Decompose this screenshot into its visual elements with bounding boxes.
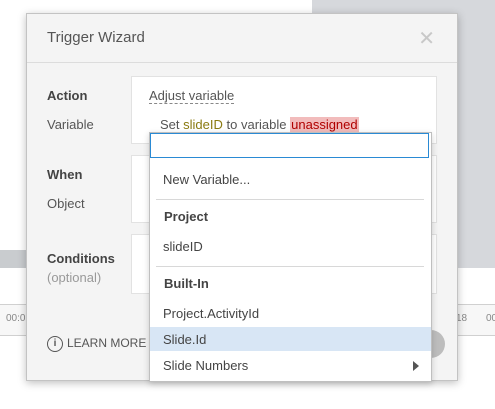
sentence-prefix: Set	[160, 117, 180, 132]
divider	[156, 199, 424, 200]
object-label: Object	[47, 196, 85, 211]
dialog-title: Trigger Wizard	[47, 29, 145, 46]
section-header-built-in: Built-In	[164, 276, 209, 291]
list-item-label: Slide.Id	[163, 332, 207, 347]
variable-dropdown: New Variable... Project slideID Built-In…	[149, 132, 432, 382]
timeline-tick: 00	[486, 313, 495, 324]
sentence-middle: to variable	[226, 117, 287, 132]
new-variable-label: New Variable...	[163, 172, 251, 187]
learn-more-link[interactable]: i LEARN MORE	[47, 336, 146, 352]
action-dropdown[interactable]: Adjust variable	[149, 88, 235, 104]
section-header-project: Project	[164, 209, 209, 224]
variable-link[interactable]: slideID	[183, 117, 223, 133]
action-sentence: Set slideID to variable unassigned	[160, 117, 359, 133]
list-item-project-activityid[interactable]: Project.ActivityId	[150, 301, 431, 325]
list-item-label: slideID	[163, 239, 203, 254]
action-label: Action	[47, 88, 88, 103]
variable-label: Variable	[47, 117, 94, 132]
when-label: When	[47, 167, 83, 182]
target-value-link[interactable]: unassigned	[290, 117, 359, 133]
dialog-titlebar: Trigger Wizard ✕	[27, 14, 457, 63]
list-item-label: Project.ActivityId	[163, 306, 260, 321]
chevron-right-icon	[413, 361, 419, 371]
timeline-tick: 00:0	[6, 313, 26, 324]
divider	[156, 266, 424, 267]
list-item-label: Slide Numbers	[163, 358, 249, 373]
list-item-slide-id[interactable]: Slide.Id	[150, 327, 431, 351]
conditions-optional-label: (optional)	[47, 270, 102, 285]
search-input[interactable]	[155, 134, 429, 157]
learn-more-label: LEARN MORE	[67, 336, 147, 351]
list-item-slideid[interactable]: slideID	[150, 234, 431, 258]
search-field[interactable]	[150, 133, 429, 158]
new-variable-item[interactable]: New Variable...	[150, 167, 431, 191]
list-item-slide-numbers[interactable]: Slide Numbers	[150, 353, 431, 377]
info-icon: i	[47, 336, 63, 352]
close-icon[interactable]: ✕	[418, 26, 435, 51]
conditions-label: Conditions	[47, 251, 115, 266]
